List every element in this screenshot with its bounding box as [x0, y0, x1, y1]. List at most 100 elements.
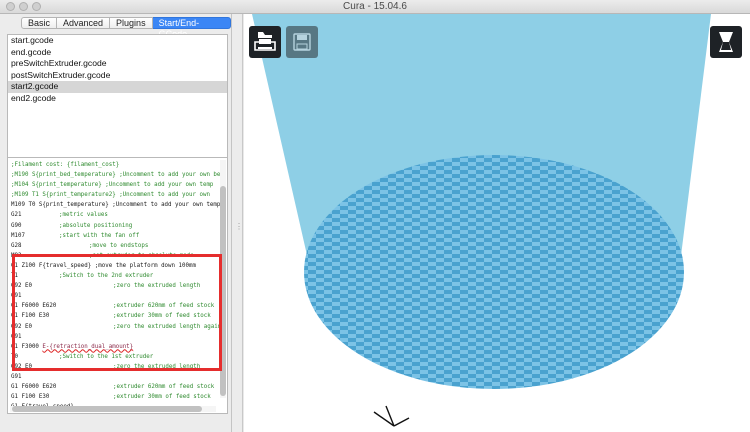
gcode-command: T0 — [11, 353, 18, 360]
gcode-comment: ;extruder 620mm of feed stock — [113, 384, 215, 391]
window-title: Cura - 15.04.6 — [343, 1, 407, 12]
gcode-line: G1 F3000 E-{retraction_dual_amount} — [11, 342, 221, 352]
gcode-text: ;Filament cost: {filament_cost} ;M190 S{p… — [11, 160, 224, 413]
gcode-command: G92 E0 — [11, 283, 32, 290]
gcode-line: M109 T0 S{print_temperature} ;Uncomment … — [11, 200, 221, 210]
gcode-comment: ;Switch to the 2nd extruder — [59, 273, 154, 280]
gcode-line: G1 F6000 E620 ;extruder 620mm of feed sto… — [11, 382, 221, 392]
list-item-end-gcode[interactable]: end.gcode — [8, 47, 227, 59]
vertical-scroll-thumb[interactable] — [220, 186, 226, 396]
list-item-start2-gcode[interactable]: start2.gcode — [8, 81, 227, 93]
gcode-line: G1 F100 E30 ;extruder 30mm of feed stock — [11, 311, 221, 321]
editor-horizontal-scrollbar[interactable] — [10, 406, 216, 412]
save-toolpath-button[interactable] — [286, 26, 318, 58]
gcode-line: ;M104 S{print_temperature} ;Uncomment to… — [11, 180, 221, 190]
gcode-command: G1 F100 E30 — [11, 394, 50, 401]
gcode-comment: ;extruder 30mm of feed stock — [113, 394, 211, 401]
gcode-comment: ;Switch to the 1st extruder — [59, 353, 154, 360]
gcode-comment: ;M190 S{print_bed_temperature} ;Uncommen… — [11, 172, 224, 179]
gcode-command: T1 — [11, 273, 18, 280]
settings-tabs: Basic Advanced Plugins Start/End-GCode — [21, 17, 231, 39]
gcode-comment: ;absolute positioning — [59, 222, 133, 229]
gcode-command: G28 — [11, 242, 22, 249]
gcode-line: ;Filament cost: {filament_cost} — [11, 160, 221, 170]
settings-panel: Basic Advanced Plugins Start/End-GCode s… — [0, 14, 232, 432]
tab-plugins[interactable]: Plugins — [110, 17, 153, 29]
3d-viewport[interactable] — [244, 14, 750, 432]
gcode-command: G90 — [11, 222, 22, 229]
gcode-line: G92 E0 ;zero the extruded length again — [11, 322, 221, 332]
gcode-command: M109 T0 S{print_temperature} ;Uncomment … — [11, 202, 221, 209]
cura-window: Cura - 15.04.6 Basic Advanced Plugins St… — [0, 0, 750, 432]
gcode-file-list: start.gcode end.gcode preSwitchExtruder.… — [7, 34, 228, 170]
gcode-line: G91 — [11, 332, 221, 342]
gcode-line: G21 ;metric values — [11, 210, 221, 220]
gcode-line: G90 ;absolute positioning — [11, 221, 221, 231]
gcode-command: G91 — [11, 333, 22, 340]
gcode-comment: ;M104 S{print_temperature} ;Uncomment to… — [11, 182, 214, 189]
gcode-comment: ;zero the extruded length — [113, 412, 200, 413]
gcode-command: G92 E0 — [11, 323, 32, 330]
tab-start-end-gcode[interactable]: Start/End-GCode — [152, 17, 231, 39]
gcode-comment: ;extruder 30mm of feed stock — [113, 313, 211, 320]
gcode-line: G92 E0 ;zero the extruded length — [11, 281, 221, 291]
gcode-line: G1 Z100 F{travel_speed} ;move the platfo… — [11, 261, 221, 271]
gcode-line: ;M190 S{print_bed_temperature} ;Uncommen… — [11, 170, 224, 180]
gcode-line: T0 ;Switch to the 1st extruder — [11, 352, 221, 362]
gcode-line: G1 F100 E30 ;extruder 30mm of feed stock — [11, 392, 221, 402]
gcode-line: G91 — [11, 372, 221, 382]
load-model-button[interactable] — [249, 26, 281, 58]
gcode-comment: ;set extruder to absolute mode — [89, 252, 194, 259]
panel-splitter[interactable]: ⋮ — [232, 14, 243, 432]
splitter-grip-icon: ⋮ — [235, 222, 243, 231]
gcode-comment: ;Filament cost: {filament_cost} — [11, 162, 120, 168]
gcode-comment: ;move to endstops — [89, 242, 149, 249]
gcode-comment: ;M109 T1 S{print_temperature2} ;Uncommen… — [11, 192, 210, 199]
editor-vertical-scrollbar[interactable] — [220, 160, 226, 398]
view-mode-button[interactable] — [710, 26, 742, 58]
gcode-line: T1 ;Switch to the 2nd extruder — [11, 271, 221, 281]
gcode-line: G92 E0 ;zero the extruded length — [11, 412, 221, 413]
gcode-command: G1 F6000 E620 — [11, 303, 57, 310]
gcode-comment: ;start with the fan off — [59, 232, 140, 239]
gcode-command: G1 F3000 E-{retraction_dual_amount} — [11, 343, 134, 350]
gcode-variable: E-{retraction_dual_amount} — [42, 343, 134, 350]
gcode-line: G1 F6000 E620 ;extruder 620mm of feed sto… — [11, 301, 221, 311]
title-bar: Cura - 15.04.6 — [0, 0, 750, 14]
gcode-command: G92 E0 — [11, 363, 32, 370]
gcode-command: G91 — [11, 373, 22, 380]
gcode-line: ;M109 T1 S{print_temperature2} ;Uncommen… — [11, 190, 221, 200]
gcode-line: M82 ;set extruder to absolute mode — [11, 251, 221, 261]
horizontal-scroll-thumb[interactable] — [12, 406, 202, 412]
build-volume-scene — [252, 14, 711, 427]
gcode-command: G1 Z100 F{travel_speed} ;move the platfo… — [11, 262, 196, 269]
gcode-line: G91 — [11, 291, 221, 301]
axis-indicator — [373, 405, 410, 427]
gcode-comment: ;zero the extruded length — [113, 283, 201, 290]
gcode-command: G1 F6000 E620 — [11, 384, 57, 391]
list-item-post-switch-gcode[interactable]: postSwitchExtruder.gcode — [8, 70, 227, 82]
gcode-line: G28 ;move to endstops — [11, 241, 221, 251]
list-item-start-gcode[interactable]: start.gcode — [8, 35, 227, 47]
gcode-command: G92 E0 — [11, 412, 32, 413]
gcode-comment: ;extruder 620mm of feed stock — [113, 303, 215, 310]
save-toolpath-icon — [293, 33, 311, 51]
gcode-line: G92 E0 ;zero the extruded length — [11, 362, 221, 372]
gcode-comment: ;zero the extruded length again — [113, 323, 222, 330]
gcode-editor[interactable]: ;Filament cost: {filament_cost} ;M190 S{p… — [7, 157, 228, 414]
gcode-line: M107 ;start with the fan off — [11, 231, 221, 241]
gcode-comment: ;metric values — [59, 212, 108, 219]
list-item-end2-gcode[interactable]: end2.gcode — [8, 93, 227, 105]
gcode-command: G91 — [11, 293, 22, 300]
view-mode-icon — [719, 32, 733, 52]
gcode-command: M82 — [11, 252, 22, 259]
tab-basic[interactable]: Basic — [21, 17, 58, 29]
gcode-command: G1 F100 E30 — [11, 313, 50, 320]
tab-advanced[interactable]: Advanced — [57, 17, 111, 29]
gcode-command: M107 — [11, 232, 25, 239]
gcode-command: G21 — [11, 212, 22, 219]
gcode-comment: ;zero the extruded length — [113, 363, 201, 370]
list-item-pre-switch-gcode[interactable]: preSwitchExtruder.gcode — [8, 58, 227, 70]
load-model-icon — [254, 32, 276, 51]
build-plate — [304, 155, 684, 389]
